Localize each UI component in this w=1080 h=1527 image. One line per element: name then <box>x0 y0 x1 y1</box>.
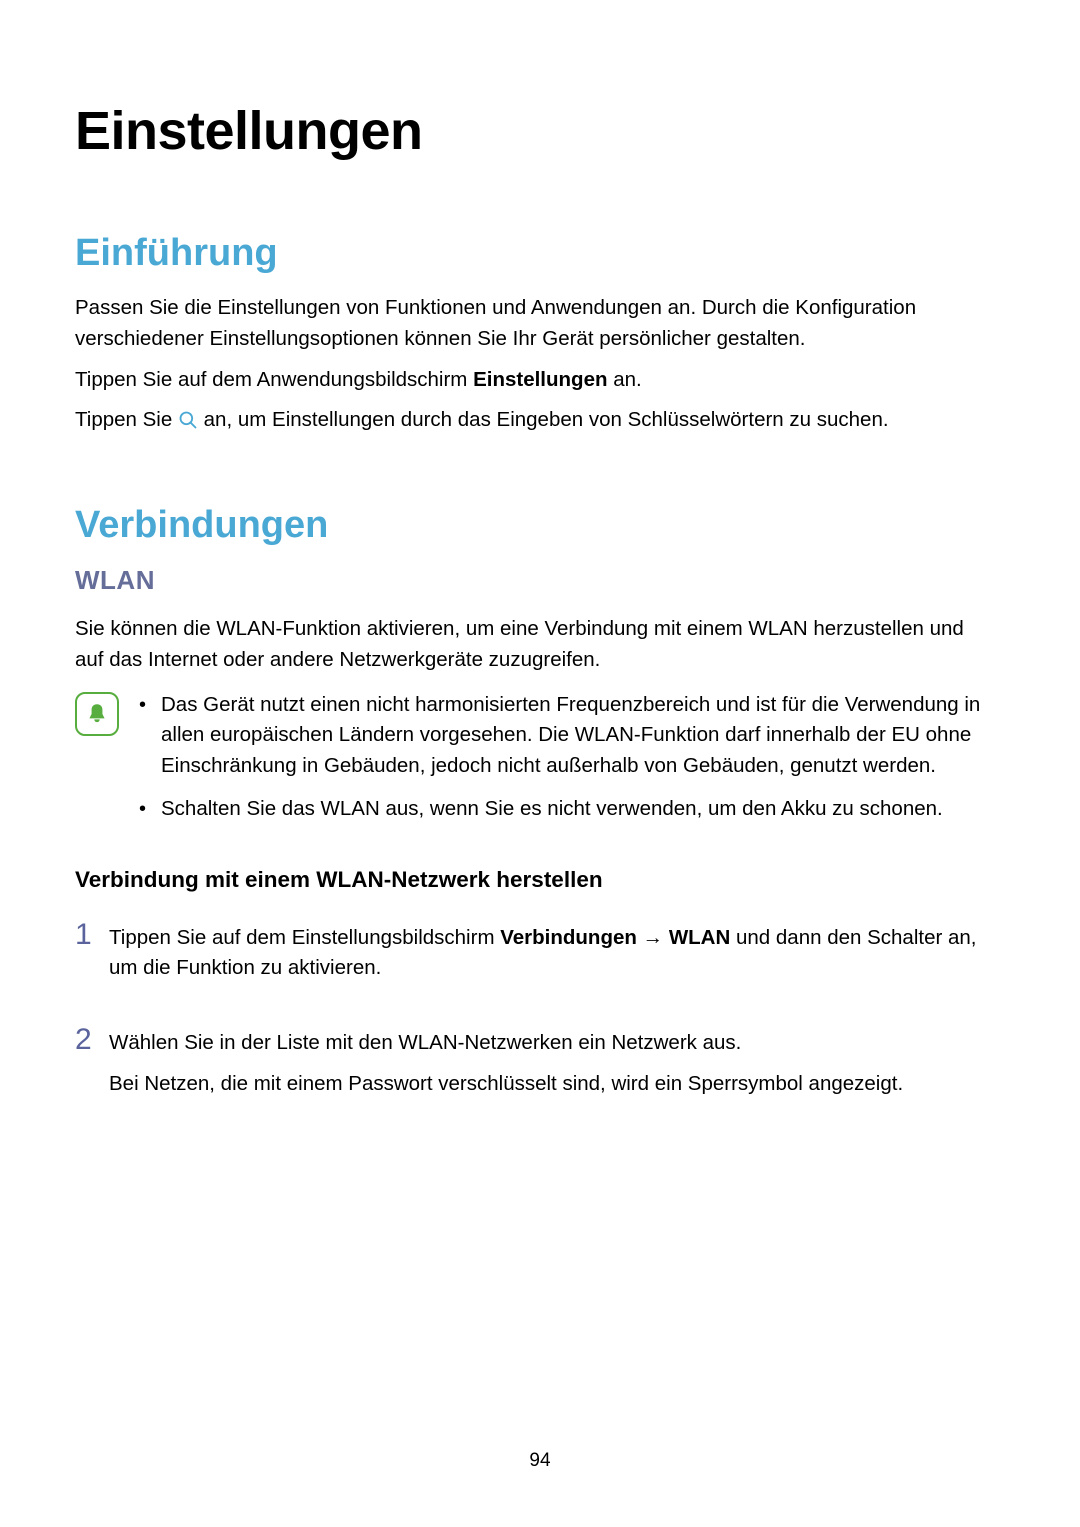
intro-p2-pre: Tippen Sie auf dem Anwendungsbildschirm <box>75 368 473 391</box>
section-heading-einfuehrung: Einführung <box>75 232 990 275</box>
intro-paragraph-3: Tippen Sie an, um Einstellungen durch da… <box>75 405 990 436</box>
step-2-number: 2 <box>75 1024 109 1110</box>
wlan-paragraph-1: Sie können die WLAN-Funktion aktivieren,… <box>75 614 990 676</box>
intro-paragraph-2: Tippen Sie auf dem Anwendungsbildschirm … <box>75 365 990 396</box>
step-1: 1 Tippen Sie auf dem Einstellungsbildsch… <box>75 919 990 995</box>
section-heading-verbindungen: Verbindungen <box>75 504 990 547</box>
subheading-wlan: WLAN <box>75 565 990 596</box>
page-number: 94 <box>0 1450 1080 1472</box>
step-2-body: Wählen Sie in der Liste mit den WLAN-Net… <box>109 1024 990 1110</box>
bullet-dot: • <box>139 690 161 782</box>
bullet-dot: • <box>139 794 161 825</box>
info-bullet-1: • Das Gerät nutzt einen nicht harmonisie… <box>139 690 990 782</box>
info-icon-column <box>75 690 139 837</box>
intro-p2-bold: Einstellungen <box>473 368 607 391</box>
search-icon <box>178 409 198 429</box>
step-1-arrow: → <box>637 926 669 949</box>
page-title: Einstellungen <box>75 100 990 162</box>
info-bullet-2-text: Schalten Sie das WLAN aus, wenn Sie es n… <box>161 794 990 825</box>
step-1-bold-2: WLAN <box>669 926 730 949</box>
step-1-body: Tippen Sie auf dem Einstellungsbildschir… <box>109 919 990 995</box>
intro-paragraph-1: Passen Sie die Einstellungen von Funktio… <box>75 293 990 355</box>
step-1-bold-1: Verbindungen <box>500 926 637 949</box>
info-bullet-2: • Schalten Sie das WLAN aus, wenn Sie es… <box>139 794 990 825</box>
step-1-number: 1 <box>75 919 109 995</box>
notice-icon <box>75 692 119 736</box>
intro-p2-post: an. <box>608 368 642 391</box>
step-2-line-2: Bei Netzen, die mit einem Passwort versc… <box>109 1069 990 1100</box>
manual-page: Einstellungen Einführung Passen Sie die … <box>0 0 1080 1110</box>
sub-sub-heading-connect: Verbindung mit einem WLAN-Netzwerk herst… <box>75 867 990 893</box>
step-2-line-1: Wählen Sie in der Liste mit den WLAN-Net… <box>109 1028 990 1059</box>
intro-p3-pre: Tippen Sie <box>75 408 178 431</box>
intro-p3-post: an, um Einstellungen durch das Eingeben … <box>198 408 889 431</box>
step-1-pre: Tippen Sie auf dem Einstellungsbildschir… <box>109 926 500 949</box>
info-bullets: • Das Gerät nutzt einen nicht harmonisie… <box>139 690 990 837</box>
step-2: 2 Wählen Sie in der Liste mit den WLAN-N… <box>75 1024 990 1110</box>
info-bullet-1-text: Das Gerät nutzt einen nicht harmonisiert… <box>161 690 990 782</box>
info-block: • Das Gerät nutzt einen nicht harmonisie… <box>75 690 990 837</box>
